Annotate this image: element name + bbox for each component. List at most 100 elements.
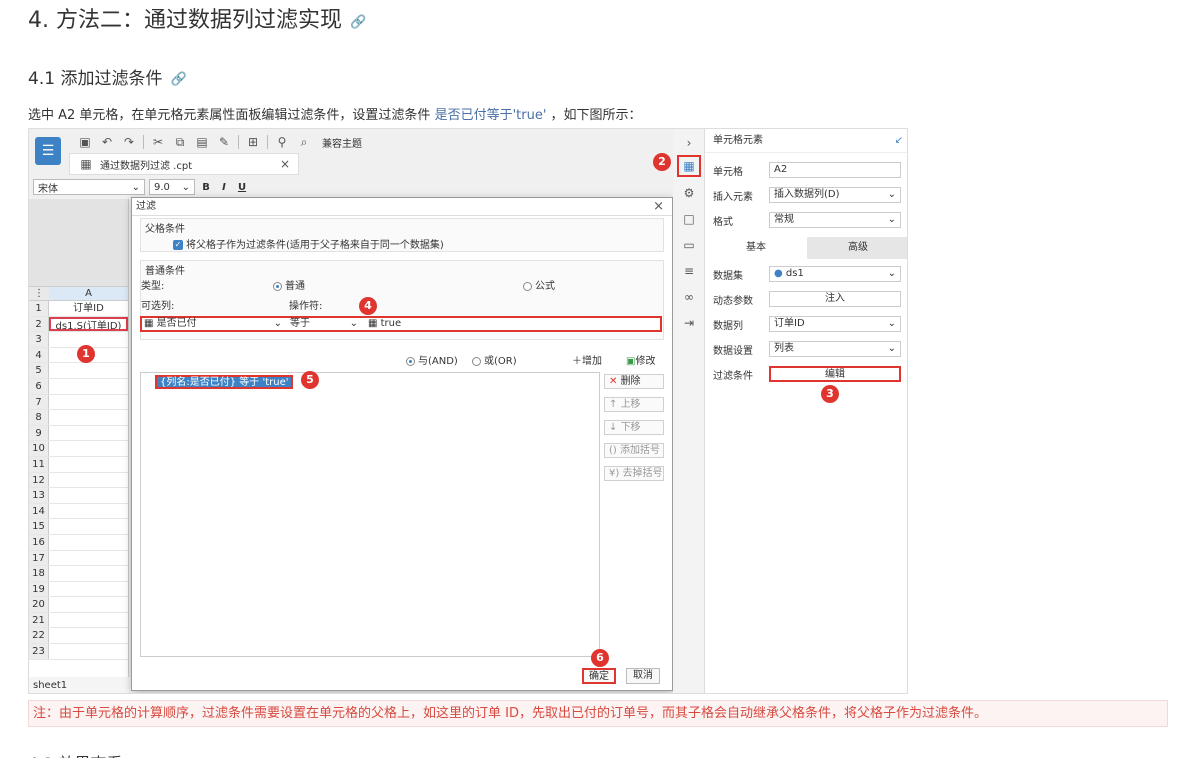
add-bracket-button[interactable]: () 添加括号	[604, 443, 664, 458]
operator-select[interactable]: 等于 ⌄	[290, 318, 360, 330]
column-select[interactable]: 订单ID ⌄	[769, 316, 901, 332]
row-number[interactable]: 10	[29, 441, 49, 456]
modify-condition-button[interactable]: ▣修改	[626, 352, 655, 367]
row-number[interactable]: 12	[29, 472, 49, 488]
value-input[interactable]: ▦ true	[368, 318, 401, 330]
sheet-tab[interactable]: sheet1	[33, 680, 67, 691]
sheet-cell[interactable]	[49, 519, 128, 534]
cell-attribute-icon[interactable]: ⚙	[681, 185, 697, 201]
row-number[interactable]: 8	[29, 410, 49, 425]
delete-button[interactable]: ✕ 删除	[604, 374, 664, 389]
chevron-right-icon[interactable]: ›	[681, 135, 697, 151]
sheet-cell[interactable]	[49, 441, 128, 456]
edit-filter-button[interactable]: 编辑	[769, 366, 901, 382]
close-icon[interactable]: ×	[653, 198, 664, 216]
link-icon[interactable]: 🔗	[350, 15, 366, 30]
font-size-select[interactable]: 9.0 ⌄	[149, 179, 195, 195]
paste-icon[interactable]: ▤	[194, 134, 210, 150]
copy-icon[interactable]: ⧉	[172, 134, 188, 150]
close-icon[interactable]: ×	[280, 157, 290, 171]
confirm-button[interactable]: 确定	[582, 668, 616, 684]
type-formula-radio[interactable]: 公式	[523, 277, 555, 292]
float-element-icon[interactable]: □	[681, 211, 697, 227]
sheet-cell[interactable]	[49, 535, 128, 550]
link-icon[interactable]: 🔗	[170, 72, 186, 87]
sheet-cell[interactable]	[49, 551, 128, 566]
move-down-button[interactable]: ↓ 下移	[604, 420, 664, 435]
sheet-cell[interactable]	[49, 566, 128, 581]
sheet-cell[interactable]	[49, 473, 128, 488]
debug-icon[interactable]: ⚲	[274, 134, 290, 150]
move-up-button[interactable]: ↑ 上移	[604, 397, 664, 412]
brush-icon[interactable]: ✎	[216, 134, 232, 150]
row-number[interactable]: 7	[29, 394, 49, 410]
export-icon[interactable]: ⇥	[681, 315, 697, 331]
row-number[interactable]: 17	[29, 550, 49, 566]
row-number[interactable]: 3	[29, 332, 49, 347]
cell-element-icon[interactable]: ▦	[677, 155, 701, 177]
checkbox-checked-icon[interactable]: ✓	[173, 240, 183, 250]
search-icon[interactable]: ⌕	[296, 134, 312, 150]
tab-advanced[interactable]: 高级	[807, 237, 907, 259]
sheet-cell[interactable]	[49, 488, 128, 503]
row-number[interactable]: 5	[29, 363, 49, 378]
sheet-cell[interactable]	[49, 628, 128, 643]
row-number[interactable]: 4	[29, 347, 49, 363]
compat-theme-button[interactable]: 兼容主题	[318, 135, 366, 150]
sheet-cell[interactable]	[49, 426, 128, 441]
cancel-button[interactable]: 取消	[626, 668, 660, 684]
italic-button[interactable]: I	[217, 182, 231, 193]
bold-button[interactable]: B	[199, 182, 213, 193]
sheet-cell[interactable]	[49, 457, 128, 472]
row-number[interactable]: 14	[29, 503, 49, 519]
row-number[interactable]: 1	[29, 301, 49, 316]
underline-button[interactable]: U	[235, 182, 249, 193]
setting-select[interactable]: 列表 ⌄	[769, 341, 901, 357]
sheet-cell[interactable]	[49, 504, 128, 519]
sheet-cell[interactable]	[49, 613, 128, 628]
dataset-select[interactable]: ● ds1 ⌄	[769, 266, 901, 282]
type-normal-radio[interactable]: 普通	[273, 277, 305, 292]
hyperlink-icon[interactable]: ∞	[681, 289, 697, 305]
or-radio[interactable]: 或(OR)	[472, 352, 517, 367]
sheet-cell[interactable]	[49, 644, 128, 659]
format-select[interactable]: 常规 ⌄	[769, 212, 901, 228]
sheet-cell[interactable]: 订单ID	[49, 301, 128, 316]
row-number[interactable]: 20	[29, 597, 49, 612]
row-number[interactable]: 22	[29, 628, 49, 644]
redo-icon[interactable]: ↷	[121, 134, 137, 150]
sheet-cell[interactable]	[49, 597, 128, 612]
insert-select[interactable]: 插入数据列(D) ⌄	[769, 187, 901, 203]
sheet-cell[interactable]	[49, 582, 128, 597]
row-number[interactable]: 21	[29, 612, 49, 628]
sheet-cell[interactable]: ds1.S(订单ID)	[49, 316, 128, 332]
collapse-icon[interactable]: ↙	[895, 129, 903, 153]
row-number[interactable]: 11	[29, 456, 49, 472]
row-number[interactable]: 9	[29, 425, 49, 441]
tab-basic[interactable]: 基本	[705, 237, 807, 259]
column-a-header[interactable]: A	[49, 287, 128, 300]
parent-checkbox-row[interactable]: ✓ 将父格子作为过滤条件(适用于父子格来自于同一个数据集)	[141, 236, 663, 251]
sheet-cell[interactable]	[49, 363, 128, 378]
row-number[interactable]: 6	[29, 378, 49, 394]
condition-attr-icon[interactable]: ≡	[681, 263, 697, 279]
add-condition-button[interactable]: ＋增加	[572, 352, 602, 367]
list-item[interactable]: {列名:是否已付} 等于 'true'	[155, 375, 294, 389]
cut-icon[interactable]: ✂	[150, 134, 166, 150]
row-number[interactable]: 19	[29, 581, 49, 597]
sheet-cell[interactable]	[49, 395, 128, 410]
preview-icon[interactable]: ⊞	[245, 134, 261, 150]
inject-button[interactable]: 注入	[769, 291, 901, 307]
save-icon[interactable]: ▣	[77, 134, 93, 150]
sheet-cell[interactable]	[49, 410, 128, 425]
row-number[interactable]: 2	[29, 316, 49, 332]
row-number[interactable]: 13	[29, 488, 49, 503]
widget-icon[interactable]: ▭	[681, 237, 697, 253]
sheet-cell[interactable]	[49, 379, 128, 394]
corner-cell[interactable]: ⋮	[29, 287, 49, 300]
row-number[interactable]: 23	[29, 644, 49, 659]
cell-input[interactable]: A2	[769, 162, 901, 178]
row-number[interactable]: 18	[29, 566, 49, 581]
template-tab[interactable]: ▦ 通过数据列过滤 .cpt ×	[69, 153, 299, 175]
and-radio[interactable]: 与(AND)	[406, 352, 458, 367]
